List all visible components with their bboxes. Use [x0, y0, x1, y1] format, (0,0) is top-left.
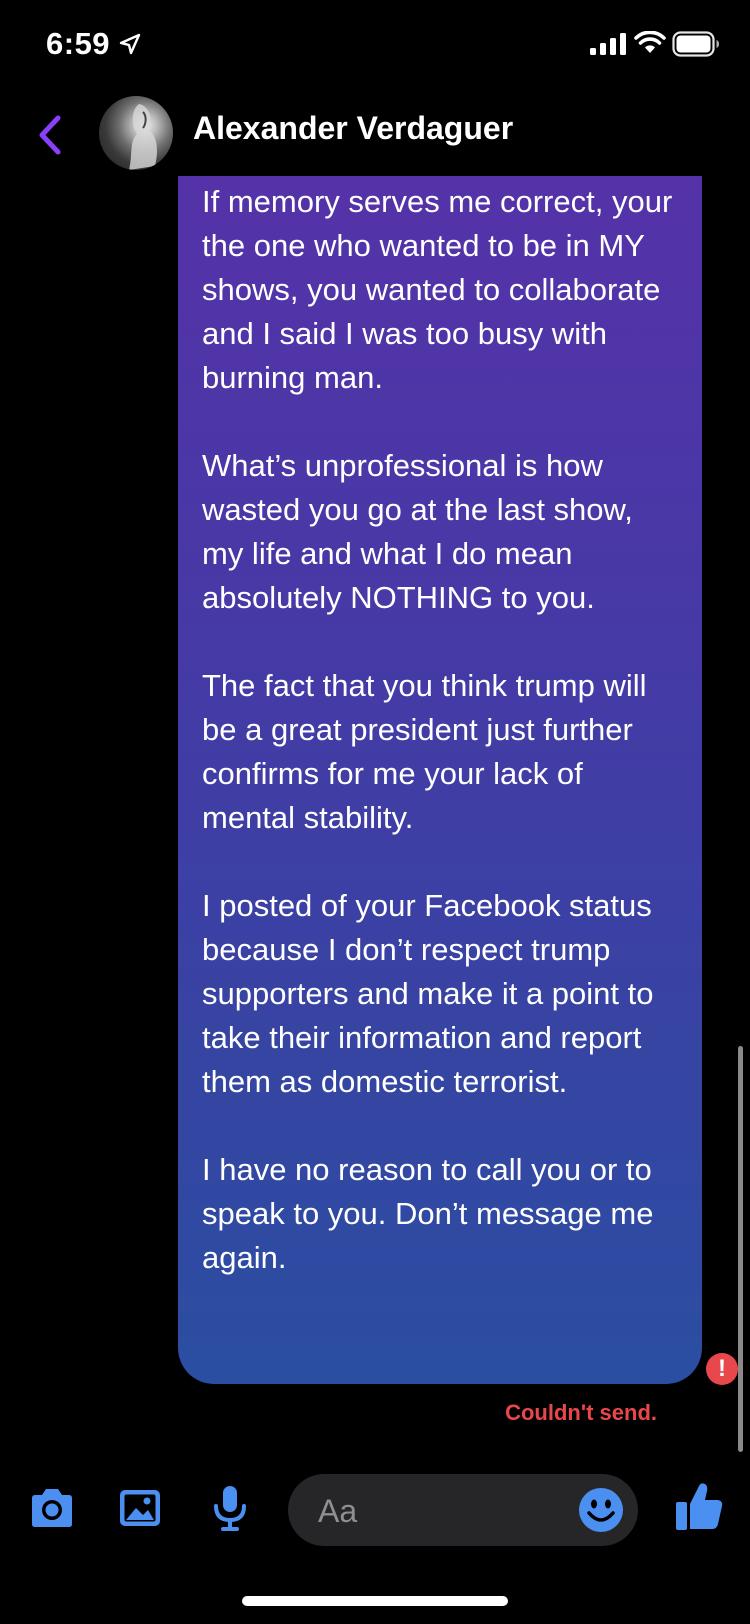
thumbs-up-icon[interactable] [674, 1480, 724, 1532]
emoji-icon[interactable] [578, 1487, 624, 1533]
location-arrow-icon [119, 33, 141, 55]
microphone-icon[interactable] [204, 1484, 256, 1532]
avatar-image [129, 104, 157, 170]
avatar[interactable] [99, 96, 173, 170]
message-paragraph: I posted of your Facebook status because… [202, 888, 663, 1099]
contact-name[interactable]: Alexander Verdaguer [193, 110, 513, 147]
message-input[interactable]: Aa [288, 1474, 638, 1546]
send-error-icon[interactable]: ! [706, 1353, 738, 1385]
conversation-header: Alexander Verdaguer [0, 90, 750, 180]
status-time: 6:59 [46, 26, 111, 61]
back-button[interactable] [30, 110, 70, 160]
sent-message-bubble[interactable]: If memory serves me correct, your the on… [178, 176, 702, 1384]
message-paragraph: What’s unprofessional is how wasted you … [202, 448, 642, 615]
status-bar: 6:59 [0, 0, 750, 90]
battery-icon [672, 31, 719, 57]
send-status-text: Couldn't send. [505, 1400, 657, 1425]
camera-icon[interactable] [26, 1484, 78, 1532]
home-indicator[interactable] [242, 1596, 508, 1606]
scrollbar[interactable] [738, 1046, 743, 1452]
message-paragraph: The fact that you think trump will be a … [202, 668, 656, 835]
wifi-icon [634, 31, 666, 53]
message-paragraph: I have no reason to call you or to speak… [202, 1152, 663, 1275]
cellular-signal-icon [590, 33, 626, 55]
input-placeholder: Aa [318, 1493, 358, 1529]
message-composer: Aa [0, 1470, 750, 1550]
message-paragraph: If memory serves me correct, your the on… [202, 184, 681, 395]
photo-icon[interactable] [114, 1484, 166, 1532]
